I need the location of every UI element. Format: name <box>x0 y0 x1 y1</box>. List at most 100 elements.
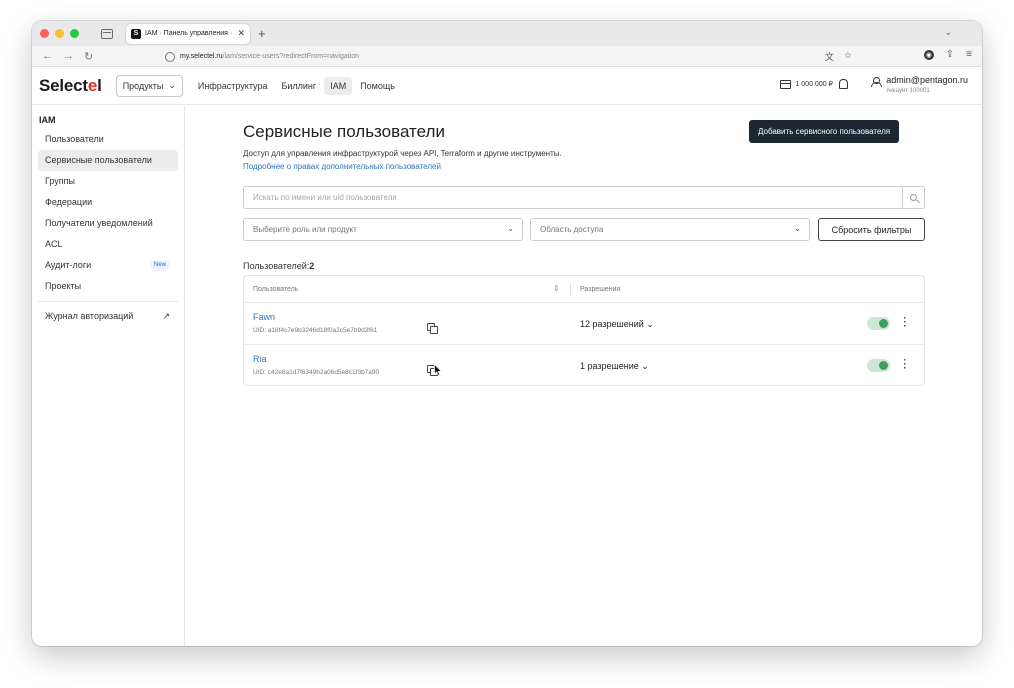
logo-accent: e <box>87 75 98 95</box>
bookmark-star-icon[interactable]: ☆ <box>844 50 852 63</box>
user-name-link[interactable]: Fawn <box>253 312 275 322</box>
selectel-logo[interactable]: Selectel <box>39 76 102 96</box>
bell-icon[interactable] <box>839 79 848 89</box>
account-email: admin@pentagon.ru <box>886 75 968 85</box>
share-icon[interactable]: ⇪ <box>946 49 954 60</box>
nav-billing[interactable]: Биллинг <box>275 77 322 95</box>
sidebar-divider <box>38 301 178 302</box>
top-navigation: Инфраструктура Биллинг IAM Помощь <box>192 76 401 95</box>
chevron-down-icon: ⌄ <box>641 361 649 371</box>
browser-tab[interactable]: S IAM · Панель управления · Sele ✕ <box>126 23 250 44</box>
tracking-shield-icon[interactable] <box>165 51 175 62</box>
chevron-down-icon: ⌄ <box>507 224 514 233</box>
sidebar-item-acl[interactable]: ACL <box>38 234 178 255</box>
search-box <box>243 186 925 209</box>
sidebar-item-label: Сервисные пользователи <box>45 155 152 165</box>
add-service-user-button[interactable]: Добавить сервисного пользователя <box>749 120 900 143</box>
role-product-select[interactable]: Выберите роль или продукт ⌄ <box>243 218 523 241</box>
chevron-down-icon: ⌄ <box>794 224 801 233</box>
copy-icon[interactable] <box>427 323 438 334</box>
new-tab-icon[interactable]: + <box>258 26 266 41</box>
new-badge: New <box>149 260 170 271</box>
sidebar-item-federations[interactable]: Федерации <box>38 192 178 213</box>
logo-text-end: l <box>97 75 102 95</box>
user-enabled-toggle[interactable] <box>867 359 890 372</box>
browser-toolbar: ◉ ⇪ ≡ <box>923 49 972 60</box>
sidebar-item-auth-journal[interactable]: Журнал авторизаций ↗ <box>38 306 178 327</box>
user-uid: UID: a18f4c7e9b3246d18f0a2c5e7b9d3f61 <box>253 327 378 334</box>
forward-arrow-icon[interactable]: → <box>63 50 74 62</box>
url-host: my.selectel.ru <box>180 53 223 60</box>
url-actions: 文 ☆ <box>825 50 852 63</box>
mouse-cursor-icon <box>434 364 442 376</box>
page-content: IAM Пользователи Сервисные пользователи … <box>32 106 982 646</box>
nav-iam[interactable]: IAM <box>324 76 353 95</box>
tab-bar: S IAM · Панель управления · Sele ✕ + ⌄ <box>32 21 982 46</box>
sidebar-item-users[interactable]: Пользователи <box>38 129 178 150</box>
chevron-down-icon: ⌄ <box>646 319 654 329</box>
user-uid: UID: c42e8a1d7f6349b2a06d5e8c1f3b7a90 <box>253 369 380 376</box>
pocket-icon[interactable]: ◉ <box>923 50 934 60</box>
sidebar-item-label: Получатели уведомлений <box>45 218 153 228</box>
column-header-permissions: Разрешения <box>580 286 621 293</box>
user-enabled-toggle[interactable] <box>867 317 890 330</box>
logo-text: Select <box>39 75 88 95</box>
search-input[interactable] <box>244 187 902 208</box>
more-actions-icon[interactable]: · · · <box>902 356 908 374</box>
column-separator <box>570 284 571 295</box>
browser-window: S IAM · Панель управления · Sele ✕ + ⌄ ←… <box>32 21 982 646</box>
service-users-table: Пользователь ⇕ Разрешения Fawn UID: a18f… <box>243 275 925 386</box>
sidebar-item-label: Аудит-логи <box>45 260 92 270</box>
tab-list-chevron-icon[interactable]: ⌄ <box>944 27 952 38</box>
search-button[interactable] <box>902 187 924 208</box>
products-label: Продукты <box>122 80 164 91</box>
tab-overview-icon[interactable] <box>101 28 113 39</box>
maximize-window-button[interactable] <box>70 29 79 38</box>
sidebar-item-audit-logs[interactable]: Аудит-логи New <box>38 255 178 276</box>
sidebar-item-label: Пользователи <box>45 134 104 144</box>
tab-close-icon[interactable]: ✕ <box>237 28 245 39</box>
address-bar: ← → ↻ my.selectel.ru /iam/service-users?… <box>32 46 982 67</box>
external-link-icon: ↗ <box>162 311 170 321</box>
permissions-dropdown[interactable]: 1 разрешение ⌄ <box>580 361 649 372</box>
back-arrow-icon[interactable]: ← <box>42 50 53 62</box>
user-icon <box>871 77 883 87</box>
account-menu[interactable]: admin@pentagon.ru Аккаунт 100001 <box>871 75 968 96</box>
window-controls <box>40 29 79 38</box>
reset-filters-button[interactable]: Сбросить фильтры <box>818 218 925 241</box>
url-field[interactable]: my.selectel.ru /iam/service-users?redire… <box>165 48 842 65</box>
balance-widget[interactable]: 1 000 000 ₽ <box>780 79 848 89</box>
url-path: /iam/service-users?redirectFrom=navigati… <box>222 53 360 60</box>
access-scope-select[interactable]: Область доступа ⌄ <box>530 218 810 241</box>
permissions-dropdown[interactable]: 12 разрешений ⌄ <box>580 319 654 330</box>
user-name-link[interactable]: Ria <box>253 354 267 364</box>
table-row: Ria UID: c42e8a1d7f6349b2a06d5e8c1f3b7a9… <box>244 345 924 387</box>
sidebar-item-label: Проекты <box>45 281 82 291</box>
minimize-window-button[interactable] <box>55 29 64 38</box>
menu-icon[interactable]: ≡ <box>966 49 972 60</box>
translate-icon[interactable]: 文 <box>825 50 834 63</box>
permissions-label: 12 разрешений <box>580 319 644 329</box>
close-window-button[interactable] <box>40 29 49 38</box>
reload-icon[interactable]: ↻ <box>84 50 93 63</box>
nav-help[interactable]: Помощь <box>354 77 401 95</box>
nav-infrastructure[interactable]: Инфраструктура <box>192 77 274 95</box>
sidebar-item-label: Группы <box>45 176 75 186</box>
permissions-info-link[interactable]: Подробнее о правах дополнительных пользо… <box>243 162 441 171</box>
sidebar: IAM Пользователи Сервисные пользователи … <box>32 106 185 646</box>
role-select-placeholder: Выберите роль или продукт <box>253 225 357 234</box>
sidebar-item-service-users[interactable]: Сервисные пользователи <box>38 150 178 171</box>
users-count-label: Пользователей: <box>243 261 310 271</box>
wallet-icon <box>780 79 792 89</box>
more-actions-icon[interactable]: · · · <box>902 314 908 332</box>
search-icon <box>910 194 917 201</box>
sidebar-item-notification-recipients[interactable]: Получатели уведомлений <box>38 213 178 234</box>
balance-value: 1 000 000 ₽ <box>795 81 833 88</box>
sidebar-item-groups[interactable]: Группы <box>38 171 178 192</box>
sidebar-item-projects[interactable]: Проекты <box>38 276 178 297</box>
sort-icon[interactable]: ⇕ <box>553 284 560 293</box>
users-count-value: 2 <box>309 261 315 271</box>
column-header-user: Пользователь <box>253 286 299 293</box>
products-dropdown[interactable]: Продукты ⌄ <box>115 74 183 97</box>
app-header: Selectel Продукты ⌄ Инфраструктура Билли… <box>32 67 982 105</box>
